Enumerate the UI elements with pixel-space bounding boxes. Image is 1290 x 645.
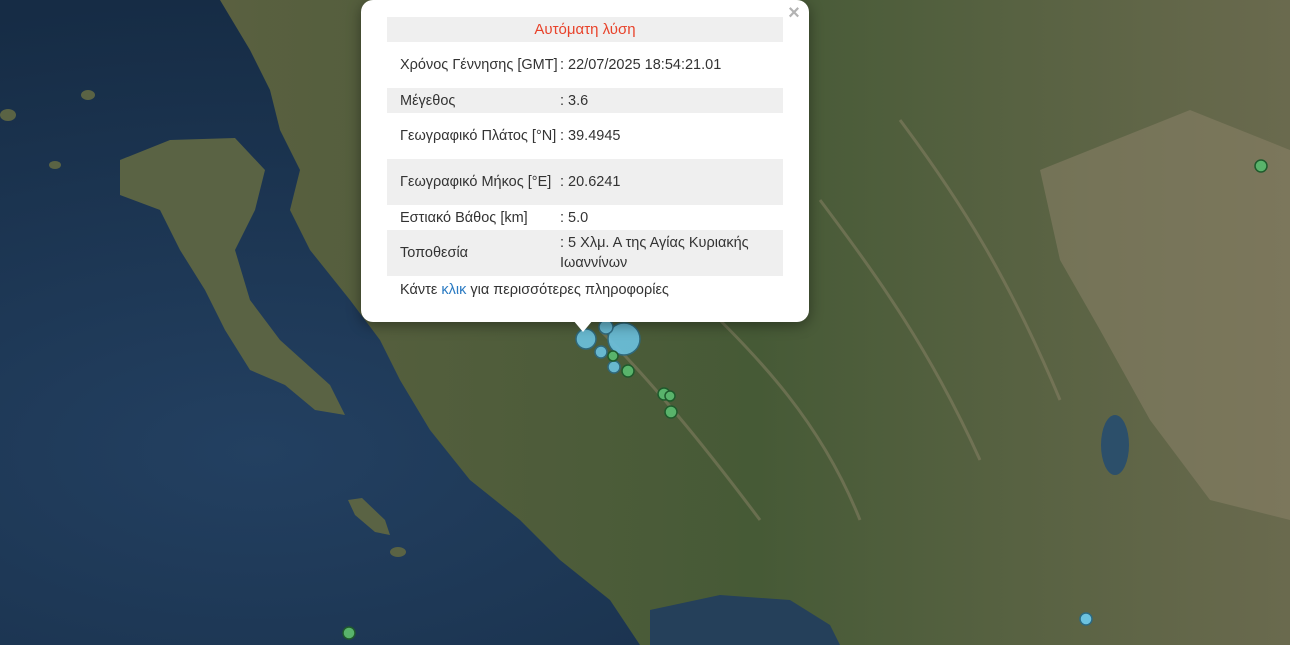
- earthquake-marker[interactable]: [664, 405, 678, 419]
- longitude-label: Γεωγραφικό Μήκος [°E]: [400, 174, 552, 190]
- table-row: Γεωγραφικό Μήκος [°E] : 20.6241: [387, 159, 783, 205]
- island: [81, 90, 95, 100]
- table-row: Χρόνος Γέννησης [GMT] : 22/07/2025 18:54…: [387, 42, 783, 88]
- more-info-prefix: Κάντε: [400, 282, 442, 298]
- location-value: : 5 Χλμ. Α της Αγίας Κυριακής Ιωαννίνων: [560, 235, 749, 271]
- lake: [1101, 415, 1129, 475]
- earthquake-marker[interactable]: [621, 364, 635, 378]
- island: [390, 547, 406, 557]
- origin-time-value: : 22/07/2025 18:54:21.01: [560, 57, 722, 73]
- earthquake-marker[interactable]: [607, 350, 619, 362]
- latitude-label: Γεωγραφικό Πλάτος [°N]: [400, 128, 557, 144]
- location-label: Τοποθεσία: [400, 245, 469, 261]
- more-info-link[interactable]: κλικ: [441, 282, 466, 298]
- origin-time-label: Χρόνος Γέννησης [GMT]: [400, 57, 558, 73]
- earthquake-marker[interactable]: [664, 390, 676, 402]
- title-row: Αυτόματη λύση: [387, 17, 783, 42]
- earthquake-marker[interactable]: [575, 328, 597, 350]
- popup-tip: [573, 320, 593, 332]
- earthquake-marker[interactable]: [342, 626, 356, 640]
- table-row: Μέγεθος : 3.6: [387, 88, 783, 113]
- earthquake-marker[interactable]: [607, 360, 621, 374]
- earthquake-details-table: Αυτόματη λύση Χρόνος Γέννησης [GMT] : 22…: [387, 17, 783, 276]
- table-row: Εστιακό Βάθος [km] : 5.0: [387, 205, 783, 230]
- more-info-text: Κάντε κλικ για περισσότερες πληροφορίες: [400, 282, 669, 298]
- earthquake-marker[interactable]: [1079, 612, 1093, 626]
- earthquake-marker[interactable]: [594, 345, 608, 359]
- table-row: Γεωγραφικό Πλάτος [°N] : 39.4945: [387, 113, 783, 159]
- earthquake-marker[interactable]: [1254, 159, 1268, 173]
- table-row: Τοποθεσία : 5 Χλμ. Α της Αγίας Κυριακής …: [387, 230, 783, 276]
- island: [0, 109, 16, 121]
- island: [49, 161, 61, 169]
- close-icon[interactable]: ×: [786, 3, 802, 23]
- depth-value: : 5.0: [560, 209, 589, 226]
- more-info-suffix: για περισσότερες πληροφορίες: [466, 282, 669, 298]
- latitude-value: : 39.4945: [560, 128, 621, 144]
- popup-title: Αυτόματη λύση: [534, 21, 636, 38]
- earthquake-info-popup: × Αυτόματη λύση Χρόνος Γέννησης [GMT] : …: [361, 0, 809, 322]
- longitude-value: : 20.6241: [560, 174, 621, 190]
- magnitude-label: Μέγεθος: [400, 92, 456, 109]
- earthquake-marker[interactable]: [598, 319, 614, 335]
- depth-label: Εστιακό Βάθος [km]: [400, 209, 528, 226]
- magnitude-value: : 3.6: [560, 92, 589, 109]
